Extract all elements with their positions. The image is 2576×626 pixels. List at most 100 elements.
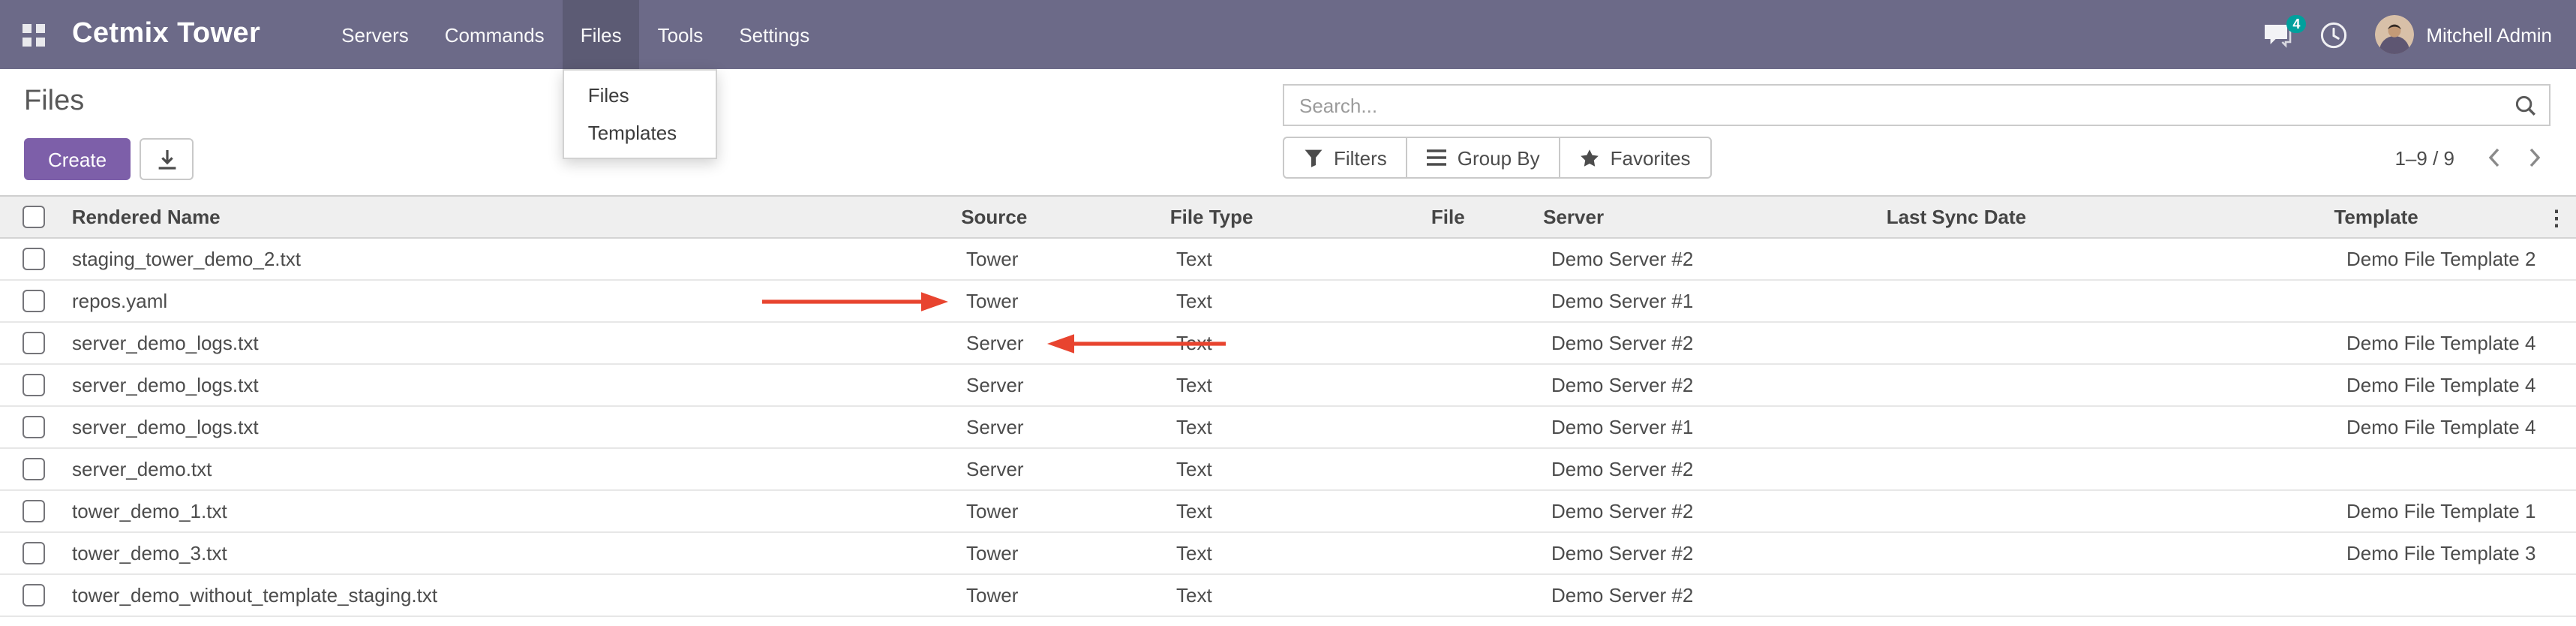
optional-columns-toggle[interactable]: ⋮ [2546, 206, 2567, 227]
row-checkbox[interactable] [23, 248, 45, 270]
favorites-label: Favorites [1611, 146, 1691, 169]
dropdown-item-templates[interactable]: Templates [564, 114, 716, 152]
column-header-template[interactable]: Template [2328, 197, 2537, 237]
row-select-cell [0, 491, 66, 531]
menu-servers[interactable]: Servers [323, 0, 427, 69]
table-row[interactable]: server_demo_logs.txtServerTextDemo Serve… [0, 323, 2576, 365]
user-name: Mitchell Admin [2426, 23, 2552, 46]
cell-file [1433, 533, 1545, 573]
cell-file-type: Text [1170, 449, 1433, 489]
table-row[interactable]: tower_demo_without_template_staging.txtT… [0, 575, 2576, 617]
row-end-spacer [2550, 491, 2576, 531]
pager-previous-button[interactable] [2478, 144, 2510, 171]
row-checkbox[interactable] [23, 500, 45, 522]
row-select-cell [0, 533, 66, 573]
cell-last-sync-date [1890, 575, 2340, 615]
row-checkbox[interactable] [23, 458, 45, 480]
row-select-cell [0, 281, 66, 321]
cell-source: Tower [960, 239, 1170, 279]
files-dropdown-menu: Files Templates [563, 69, 718, 159]
cell-file [1433, 407, 1545, 447]
cell-source: Server [960, 365, 1170, 405]
user-menu[interactable]: Mitchell Admin [2375, 15, 2552, 54]
table-row[interactable]: server_demo_logs.txtServerTextDemo Serve… [0, 365, 2576, 407]
table-row[interactable]: staging_tower_demo_2.txtTowerTextDemo Se… [0, 239, 2576, 281]
favorites-button[interactable]: Favorites [1560, 137, 1712, 179]
control-panel: Files Create [0, 69, 2576, 195]
cell-file-type: Text [1170, 533, 1433, 573]
row-end-spacer [2550, 575, 2576, 615]
cell-template: Demo File Template 1 [2340, 491, 2550, 531]
apps-menu-button[interactable] [0, 0, 66, 69]
cell-file-type: Text [1170, 491, 1433, 531]
cell-rendered-name: repos.yaml [66, 281, 960, 321]
row-checkbox[interactable] [23, 374, 45, 396]
cell-server: Demo Server #2 [1545, 239, 1890, 279]
pager-next-button[interactable] [2519, 144, 2550, 171]
app-window: Cetmix Tower Servers Commands Files File… [0, 0, 2576, 626]
menu-files[interactable]: Files Files Templates [563, 0, 640, 69]
cell-last-sync-date [1890, 407, 2340, 447]
cell-source: Server [960, 323, 1170, 363]
menu-commands[interactable]: Commands [427, 0, 563, 69]
search-box [1283, 84, 2550, 126]
column-header-file[interactable]: File [1425, 197, 1537, 237]
dropdown-item-files[interactable]: Files [564, 77, 716, 114]
cell-file [1433, 575, 1545, 615]
filters-button[interactable]: Filters [1283, 137, 1408, 179]
table-row[interactable]: tower_demo_3.txtTowerTextDemo Server #2D… [0, 533, 2576, 575]
table-body: staging_tower_demo_2.txtTowerTextDemo Se… [0, 239, 2576, 617]
row-select-cell [0, 407, 66, 447]
cell-template: Demo File Template 4 [2340, 323, 2550, 363]
table-row[interactable]: server_demo_logs.txtServerTextDemo Serve… [0, 407, 2576, 449]
cell-template: Demo File Template 3 [2340, 533, 2550, 573]
cell-server: Demo Server #2 [1545, 491, 1890, 531]
cell-server: Demo Server #2 [1545, 575, 1890, 615]
apps-grid-icon [22, 23, 44, 46]
row-checkbox[interactable] [23, 542, 45, 564]
row-checkbox[interactable] [23, 584, 45, 606]
menu-settings[interactable]: Settings [721, 0, 827, 69]
cell-source: Server [960, 407, 1170, 447]
messages-button[interactable]: 4 [2262, 22, 2292, 47]
cell-template [2340, 281, 2550, 321]
row-checkbox[interactable] [23, 416, 45, 438]
cell-rendered-name: tower_demo_3.txt [66, 533, 960, 573]
cell-file-type: Text [1170, 239, 1433, 279]
cell-last-sync-date [1890, 491, 2340, 531]
column-header-rendered-name[interactable]: Rendered Name [66, 197, 956, 237]
search-icon[interactable] [2514, 95, 2537, 117]
page-title: Files [24, 86, 194, 119]
app-brand[interactable]: Cetmix Tower [72, 18, 260, 51]
search-input[interactable] [1284, 86, 2549, 125]
table-row[interactable]: repos.yamlTowerTextDemo Server #1 [0, 281, 2576, 323]
table-row[interactable]: server_demo.txtServerTextDemo Server #2 [0, 449, 2576, 491]
chevron-left-icon [2487, 147, 2501, 168]
activities-button[interactable] [2319, 20, 2348, 49]
row-select-cell [0, 449, 66, 489]
export-button[interactable] [140, 138, 194, 180]
group-by-button[interactable]: Group By [1407, 137, 1561, 179]
column-header-file-type[interactable]: File Type [1164, 197, 1425, 237]
column-header-last-sync-date[interactable]: Last Sync Date [1881, 197, 2328, 237]
cell-last-sync-date [1890, 281, 2340, 321]
menu-tools[interactable]: Tools [640, 0, 722, 69]
create-button[interactable]: Create [24, 138, 131, 180]
cell-server: Demo Server #2 [1545, 449, 1890, 489]
cell-rendered-name: tower_demo_without_template_staging.txt [66, 575, 960, 615]
row-checkbox[interactable] [23, 332, 45, 354]
column-header-source[interactable]: Source [955, 197, 1164, 237]
download-icon [155, 148, 178, 170]
cell-server: Demo Server #2 [1545, 323, 1890, 363]
cell-server: Demo Server #1 [1545, 281, 1890, 321]
group-by-icon [1428, 149, 1447, 167]
row-end-spacer [2550, 407, 2576, 447]
main-menu: Servers Commands Files Files Templates T… [323, 0, 827, 69]
cell-rendered-name: server_demo_logs.txt [66, 407, 960, 447]
cell-source: Server [960, 449, 1170, 489]
column-header-server[interactable]: Server [1537, 197, 1881, 237]
select-all-checkbox[interactable] [23, 206, 45, 228]
cell-file [1433, 365, 1545, 405]
table-row[interactable]: tower_demo_1.txtTowerTextDemo Server #2D… [0, 491, 2576, 533]
row-checkbox[interactable] [23, 290, 45, 312]
